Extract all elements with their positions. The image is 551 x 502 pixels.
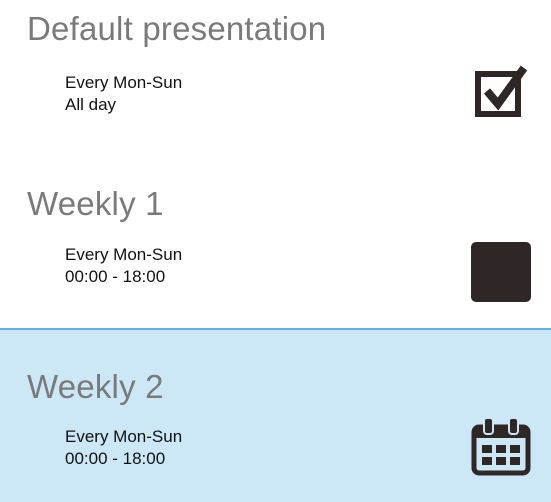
list-item-weekly-2[interactable]: Weekly 2 Every Mon-Sun 00:00 - 18:00 — [0, 328, 551, 502]
item-schedule-days: Every Mon-Sun — [65, 73, 183, 92]
item-schedule-days: Every Mon-Sun — [65, 427, 183, 446]
presentation-schedule-list: Default presentation Every Mon-Sun All d… — [0, 0, 551, 502]
item-schedule-time: 00:00 - 18:00 — [65, 449, 166, 468]
item-schedule: Every Mon-Sun 00:00 - 18:00 — [65, 426, 182, 470]
filled-square-icon[interactable] — [470, 241, 532, 303]
item-title: Weekly 2 — [27, 368, 164, 405]
item-schedule-time: 00:00 - 18:00 — [65, 267, 166, 286]
item-title: Weekly 1 — [27, 185, 164, 222]
item-schedule-days: Every Mon-Sun — [65, 245, 183, 264]
item-schedule: Every Mon-Sun 00:00 - 18:00 — [65, 244, 182, 288]
item-schedule-time: All day — [65, 95, 117, 114]
item-title: Default presentation — [27, 10, 327, 47]
list-item-weekly-1[interactable]: Weekly 1 Every Mon-Sun 00:00 - 18:00 — [0, 165, 551, 328]
list-item-default-presentation[interactable]: Default presentation Every Mon-Sun All d… — [0, 0, 551, 165]
checked-checkbox-icon[interactable] — [470, 62, 532, 124]
calendar-icon[interactable] — [470, 415, 532, 477]
item-schedule: Every Mon-Sun All day — [65, 72, 182, 116]
